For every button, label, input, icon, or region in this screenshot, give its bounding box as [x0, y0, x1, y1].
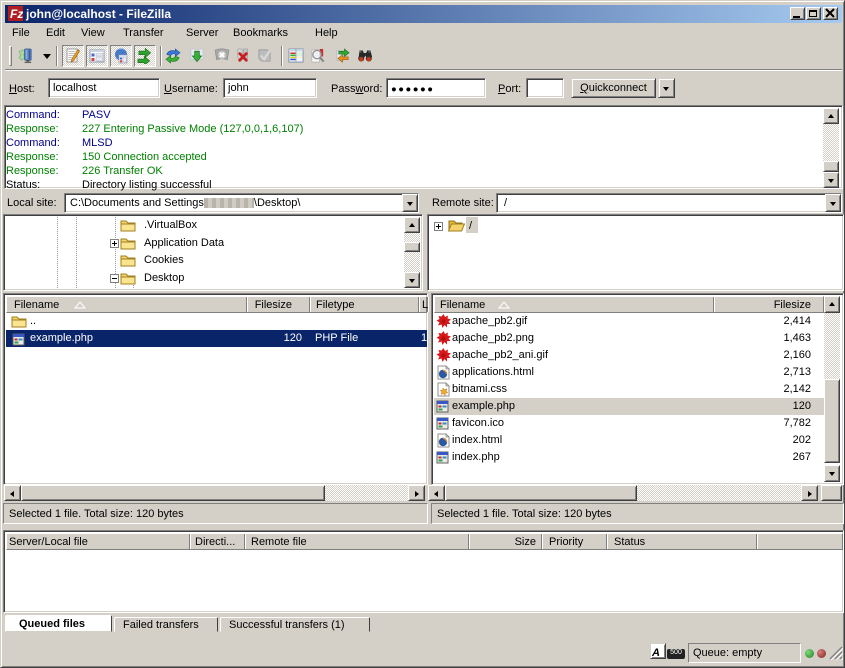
svg-text:A: A — [651, 647, 660, 659]
svg-text:Fz: Fz — [10, 7, 23, 21]
